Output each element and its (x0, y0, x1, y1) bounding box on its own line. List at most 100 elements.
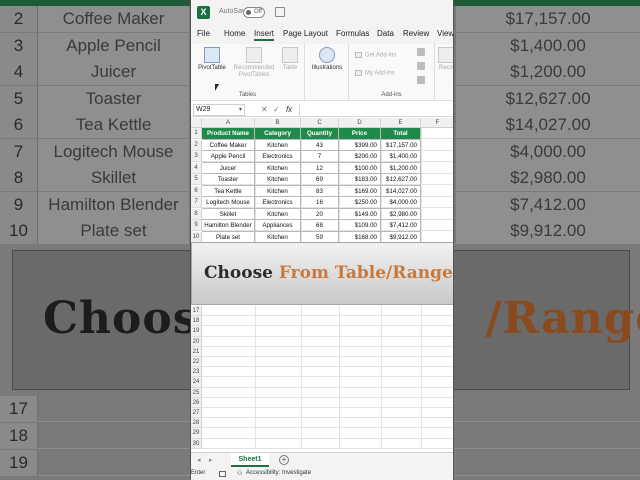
column-header-b[interactable]: B (255, 118, 301, 128)
addin-app-icon[interactable] (417, 48, 425, 56)
table-cell[interactable]: 83 (301, 185, 339, 197)
row-header[interactable]: 18 (191, 316, 202, 327)
table-cell[interactable]: 68 (301, 220, 339, 232)
table-cell[interactable]: 20 (301, 208, 339, 220)
sheet-tab-sheet1[interactable]: Sheet1 (231, 453, 269, 467)
table-cell[interactable]: $149.00 (339, 208, 381, 220)
table-cell[interactable]: $17,157.00 (381, 139, 421, 151)
worksheet-grid[interactable]: ABCDEF 1 2 3 4 5 6 7 8 9 10 Product Name Category Q… (191, 118, 453, 449)
column-header-a[interactable]: A (202, 118, 255, 128)
tab-data[interactable]: Data (377, 29, 394, 38)
table-cell[interactable]: $183.00 (339, 174, 381, 186)
table-cell[interactable]: $14,027.00 (381, 185, 421, 197)
row-header[interactable]: 21 (191, 346, 202, 357)
table-cell[interactable]: $399.00 (339, 139, 381, 151)
table-header-cell[interactable]: Total (381, 128, 421, 140)
table-cell[interactable]: $4,000.00 (381, 197, 421, 209)
column-header-e[interactable]: E (381, 118, 421, 128)
row-header[interactable]: 8 (191, 208, 202, 220)
row-header[interactable]: 2 (191, 139, 202, 151)
tab-page-layout[interactable]: Page Layout (283, 29, 328, 38)
enter-icon[interactable]: ✓ (273, 105, 280, 114)
row-header[interactable]: 23 (191, 367, 202, 378)
cancel-icon[interactable]: ✕ (261, 105, 268, 114)
row-header[interactable]: 30 (191, 438, 202, 449)
row-header[interactable]: 22 (191, 357, 202, 368)
row-header[interactable]: 5 (191, 174, 202, 185)
recommended-charts-button[interactable]: Reco (437, 47, 453, 72)
tab-home[interactable]: Home (224, 29, 245, 38)
table-header-cell[interactable]: Quantity (301, 128, 339, 140)
table-cell[interactable]: Kitchen (255, 185, 301, 197)
table-cell[interactable]: Juicer (202, 162, 255, 174)
table-cell[interactable]: Toaster (202, 174, 255, 186)
table-cell[interactable]: Logitech Mouse (202, 197, 255, 209)
table-cell[interactable]: $169.00 (339, 185, 381, 197)
table-cell[interactable]: $2,980.00 (381, 208, 421, 220)
table-cell[interactable]: $109.00 (339, 220, 381, 232)
table-cell[interactable]: Kitchen (255, 139, 301, 151)
row-header[interactable]: 28 (191, 418, 202, 429)
tab-formulas[interactable]: Formulas (336, 29, 369, 38)
row-header[interactable]: 17 (191, 306, 202, 317)
row-header[interactable]: 10 (191, 231, 202, 243)
table-cell[interactable]: Electronics (255, 151, 301, 163)
column-header-f[interactable]: F (421, 118, 453, 128)
row-header[interactable]: 29 (191, 428, 202, 439)
row-header[interactable]: 27 (191, 408, 202, 419)
table-cell[interactable]: 16 (301, 197, 339, 209)
row-header[interactable]: 25 (191, 387, 202, 398)
table-cell[interactable]: $12,627.00 (381, 174, 421, 186)
row-header[interactable]: 26 (191, 397, 202, 408)
formula-input[interactable] (299, 104, 453, 116)
tab-next-icon[interactable]: ▸ (209, 456, 213, 464)
accessibility-icon[interactable]: ⚇ (237, 470, 242, 477)
column-header-c[interactable]: C (301, 118, 339, 128)
table-cell[interactable]: $7,412.00 (381, 220, 421, 232)
addin-app-icon-2[interactable] (417, 62, 425, 70)
table-cell[interactable]: 69 (301, 174, 339, 186)
add-sheet-button[interactable]: + (279, 455, 289, 465)
table-cell[interactable]: $200.00 (339, 151, 381, 163)
row-header[interactable]: 7 (191, 197, 202, 208)
table-header-cell[interactable]: Category (255, 128, 301, 140)
table-cell[interactable]: Hamilton Blender (202, 220, 255, 232)
table-cell[interactable]: Tea Kettle (202, 185, 255, 197)
my-addins-button[interactable]: My Add-ins (355, 70, 395, 77)
table-cell[interactable]: Appliances (255, 220, 301, 232)
table-cell[interactable]: Coffee Maker (202, 139, 255, 151)
table-cell[interactable]: $1,200.00 (381, 162, 421, 174)
table-cell[interactable]: Kitchen (255, 162, 301, 174)
row-header[interactable]: 24 (191, 377, 202, 388)
get-addins-button[interactable]: Get Add-ins (355, 52, 396, 59)
macro-record-icon[interactable] (219, 471, 226, 477)
function-icon[interactable]: fx (286, 105, 292, 114)
tab-file[interactable]: File (197, 29, 210, 38)
row-header[interactable]: 3 (191, 151, 202, 162)
table-cell[interactable]: Kitchen (255, 174, 301, 186)
table-button[interactable]: Table (279, 47, 301, 72)
tab-insert[interactable]: Insert (254, 29, 275, 41)
table-header-cell[interactable]: Product Name (202, 128, 255, 140)
table-cell[interactable]: 7 (301, 151, 339, 163)
save-icon[interactable] (275, 7, 285, 17)
addin-app-icon-3[interactable] (417, 76, 425, 84)
column-header-d[interactable]: D (339, 118, 381, 128)
select-all-corner[interactable] (191, 118, 202, 128)
table-cell[interactable]: Apple Pencil (202, 151, 255, 163)
pivottable-button[interactable]: PivotTable (195, 47, 229, 72)
table-cell[interactable]: Electronics (255, 197, 301, 209)
row-header[interactable]: 9 (191, 220, 202, 231)
table-cell[interactable]: Kitchen (255, 208, 301, 220)
row-header[interactable]: 1 (191, 128, 202, 139)
row-header[interactable]: 4 (191, 162, 202, 174)
autosave-toggle[interactable]: Off (243, 7, 265, 18)
name-box[interactable]: W29 ▾ (193, 104, 245, 116)
table-cell[interactable]: 43 (301, 139, 339, 151)
tab-prev-icon[interactable]: ◂ (197, 456, 201, 464)
accessibility-status[interactable]: Accessibility: Investigate (246, 470, 311, 476)
table-cell[interactable]: $1,400.00 (381, 151, 421, 163)
table-header-cell[interactable]: Price (339, 128, 381, 140)
recommended-pivottables-button[interactable]: Recommended PivotTables (231, 47, 277, 79)
row-header[interactable]: 19 (191, 326, 202, 337)
